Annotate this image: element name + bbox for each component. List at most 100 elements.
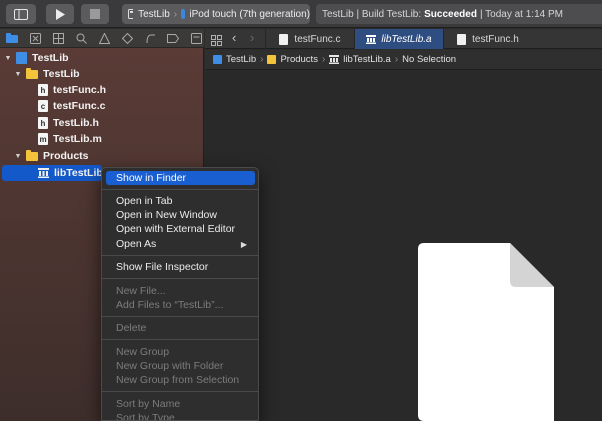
menu-separator xyxy=(102,189,258,190)
menu-item-new-group[interactable]: New Group xyxy=(106,345,255,359)
menu-separator xyxy=(102,391,258,392)
menu-item-open-in-tab[interactable]: Open in Tab xyxy=(106,194,255,208)
symbol-navigator-icon[interactable] xyxy=(52,32,64,44)
forward-arrow-icon[interactable]: › xyxy=(250,30,254,45)
menu-item-open-as[interactable]: Open As ▶ xyxy=(106,237,255,251)
c-file-icon xyxy=(279,33,289,45)
menu-item-show-in-finder[interactable]: Show in Finder xyxy=(106,171,255,185)
menu-separator xyxy=(102,316,258,317)
disclosure-triangle-icon[interactable]: ▼ xyxy=(4,55,12,62)
tree-item-group[interactable]: ▼ TestLib xyxy=(0,66,204,82)
menu-item-new-group-from-selection[interactable]: New Group from Selection xyxy=(106,373,255,387)
menu-item-open-with-external-editor[interactable]: Open with External Editor xyxy=(106,222,255,236)
tab-testfunc-c[interactable]: testFunc.c xyxy=(265,29,354,49)
menu-item-new-group-with-folder[interactable]: New Group with Folder xyxy=(106,359,255,373)
tree-item-file[interactable]: h testFunc.h xyxy=(0,82,204,98)
menu-item-new-file[interactable]: New File... xyxy=(106,284,255,298)
menu-item-sort-by-name[interactable]: Sort by Name xyxy=(106,397,255,411)
chevron-right-icon: › xyxy=(321,54,326,65)
status-result: Succeeded xyxy=(424,8,477,20)
submenu-arrow-icon: ▶ xyxy=(240,239,247,249)
tree-item-group[interactable]: ▼ Products xyxy=(0,148,204,164)
tree-item-project[interactable]: ▼ TestLib xyxy=(0,50,204,66)
menu-item-open-in-new-window[interactable]: Open in New Window xyxy=(106,208,255,222)
folder-icon xyxy=(267,55,277,64)
sidebar-icon xyxy=(14,8,28,20)
menu-item-sort-by-type[interactable]: Sort by Type xyxy=(106,411,255,420)
context-menu: Show in Finder Open in Tab Open in New W… xyxy=(101,167,259,421)
disclosure-triangle-icon[interactable]: ▼ xyxy=(14,153,22,160)
simulator-icon xyxy=(181,9,186,19)
jumpbar-item[interactable]: No Selection xyxy=(402,54,456,65)
disclosure-triangle-icon[interactable]: ▼ xyxy=(14,71,22,78)
test-navigator-icon[interactable] xyxy=(121,32,133,44)
library-icon xyxy=(366,34,377,44)
menu-separator xyxy=(102,339,258,340)
c-file-icon: c xyxy=(38,100,48,112)
project-icon xyxy=(16,52,27,64)
chevron-right-icon: › xyxy=(173,8,178,20)
menu-separator xyxy=(102,278,258,279)
tree-item-label: Products xyxy=(43,150,89,162)
status-prefix: TestLib | Build TestLib: xyxy=(322,8,422,20)
xcode-window: TestLib › iPod touch (7th generation) Te… xyxy=(0,0,602,421)
source-control-icon[interactable] xyxy=(29,32,41,44)
tab-label: testFunc.h xyxy=(472,33,519,45)
folder-icon xyxy=(26,67,38,79)
jump-bar: TestLib › Products › libTestLib.a › No S… xyxy=(205,50,602,70)
chevron-right-icon: › xyxy=(394,54,399,65)
tab-testfunc-h[interactable]: testFunc.h xyxy=(443,29,532,49)
stop-icon xyxy=(90,9,100,19)
tree-item-file[interactable]: h TestLib.h xyxy=(0,115,204,131)
play-icon xyxy=(56,8,65,20)
menu-item-add-files[interactable]: Add Files to “TestLib”... xyxy=(106,298,255,312)
jumpbar-item[interactable]: TestLib xyxy=(226,54,256,65)
editor-tab-bar: ‹ › testFunc.c libTestLib.a testFunc.h xyxy=(205,29,602,49)
tree-item-label: testFunc.h xyxy=(53,84,107,96)
menu-separator xyxy=(102,255,258,256)
tree-item-label: testFunc.c xyxy=(53,100,106,112)
header-file-icon: h xyxy=(38,117,48,129)
status-suffix: | Today at 1:14 PM xyxy=(479,8,563,20)
tree-item-label: TestLib.m xyxy=(53,133,102,145)
tree-item-label: TestLib xyxy=(32,52,69,64)
related-items-icon[interactable] xyxy=(211,33,222,51)
project-icon xyxy=(213,55,222,64)
folder-icon xyxy=(26,149,38,161)
tree-item-label: TestLib xyxy=(43,68,80,80)
scheme-target: TestLib xyxy=(138,8,170,20)
scheme-selector[interactable]: TestLib › iPod touch (7th generation) xyxy=(122,4,310,24)
breakpoint-navigator-icon[interactable] xyxy=(167,33,179,44)
toolbar: TestLib › iPod touch (7th generation) Te… xyxy=(0,0,602,28)
tree-item-file[interactable]: c testFunc.c xyxy=(0,98,204,114)
jumpbar-item[interactable]: libTestLib.a xyxy=(343,54,391,65)
issue-navigator-icon[interactable] xyxy=(98,32,110,44)
header-file-icon: h xyxy=(38,84,48,96)
tree-item-file[interactable]: m TestLib.m xyxy=(0,131,204,147)
tab-label: libTestLib.a xyxy=(381,33,432,45)
menu-item-delete[interactable]: Delete xyxy=(106,321,255,335)
library-icon xyxy=(329,55,340,64)
back-arrow-icon[interactable]: ‹ xyxy=(232,30,236,45)
app-target-icon xyxy=(128,9,134,19)
jumpbar-item[interactable]: Products xyxy=(280,54,318,65)
toggle-navigator-button[interactable] xyxy=(6,4,36,24)
scheme-destination: iPod touch (7th generation) xyxy=(189,8,310,20)
activity-status: TestLib | Build TestLib: Succeeded | Tod… xyxy=(316,4,602,24)
folder-navigator-icon[interactable] xyxy=(6,33,18,44)
debug-navigator-icon[interactable] xyxy=(144,33,156,44)
menu-item-show-file-inspector[interactable]: Show File Inspector xyxy=(106,260,255,274)
objc-file-icon: m xyxy=(38,133,48,145)
tab-label: testFunc.c xyxy=(294,33,341,45)
chevron-right-icon: › xyxy=(260,54,264,65)
run-button[interactable] xyxy=(46,4,74,24)
document-icon xyxy=(418,243,554,421)
library-icon xyxy=(38,168,49,179)
menu-item-label: Open As xyxy=(116,238,157,250)
navigator-selector-bar xyxy=(0,29,204,48)
stop-button[interactable] xyxy=(81,4,109,24)
header-file-icon xyxy=(457,33,467,45)
find-navigator-icon[interactable] xyxy=(75,33,87,44)
report-navigator-icon[interactable] xyxy=(190,32,202,44)
tab-libtestlib-a[interactable]: libTestLib.a xyxy=(354,29,443,49)
